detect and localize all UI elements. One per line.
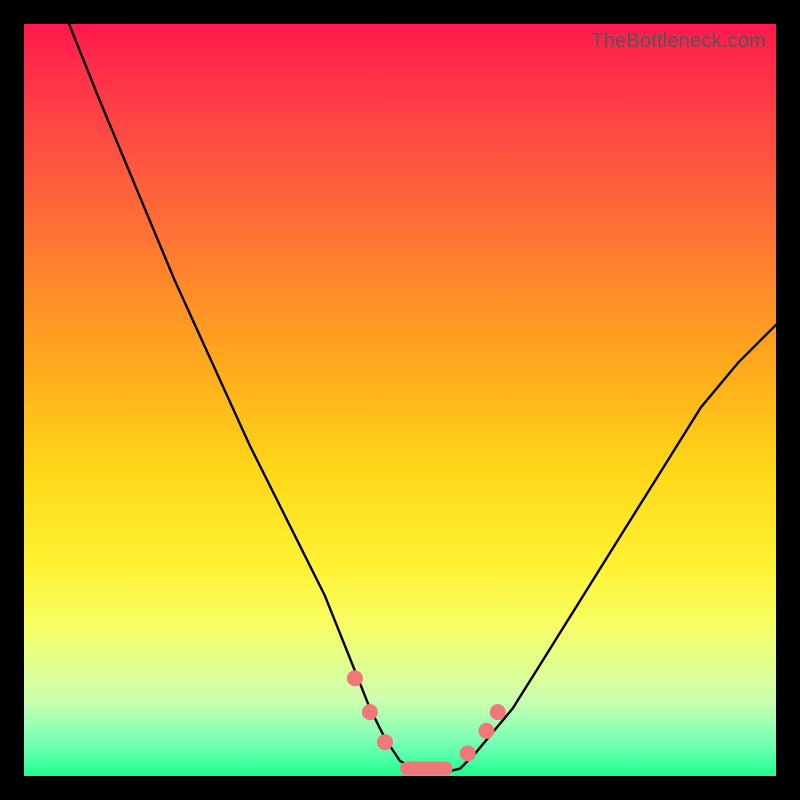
marker-group <box>347 670 506 775</box>
curve-svg <box>24 24 776 776</box>
right-top-dot <box>490 704 506 720</box>
left-lower-dot <box>377 734 393 750</box>
right-high-dot <box>479 723 495 739</box>
bottleneck-curve <box>69 24 776 772</box>
plot-area: TheBottleneck.com <box>24 24 776 776</box>
left-upper-dot <box>347 670 363 686</box>
flat-bar <box>400 762 453 776</box>
chart-frame: TheBottleneck.com <box>0 0 800 800</box>
right-low-dot <box>460 745 476 761</box>
left-mid-dot <box>362 704 378 720</box>
